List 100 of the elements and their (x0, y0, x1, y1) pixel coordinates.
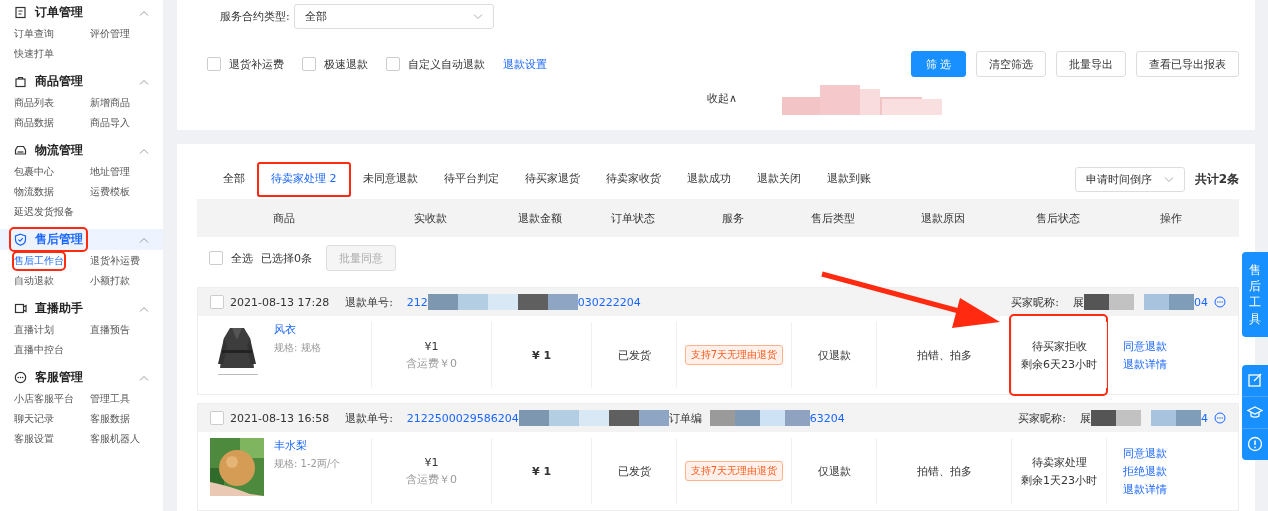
sidebar-item[interactable]: 新增商品 (90, 95, 130, 111)
tab[interactable]: 退款成功 (676, 163, 741, 196)
checkbox[interactable] (302, 57, 316, 71)
refund-number-label: 退款单号: (345, 294, 393, 310)
checkbox[interactable] (386, 57, 400, 71)
tab[interactable]: 退款关闭 (746, 163, 811, 196)
caret-up-icon (139, 78, 149, 85)
buyer-id-link[interactable]: 04 (1194, 295, 1208, 309)
sidebar-item[interactable]: 客服设置 (14, 431, 54, 447)
checkbox[interactable] (210, 295, 224, 309)
shield-icon (14, 233, 27, 246)
sidebar-item[interactable]: 直播计划 (14, 322, 54, 338)
sidebar-section[interactable]: 客服管理 (0, 367, 163, 388)
sidebar-item[interactable]: 包裹中心 (14, 164, 54, 180)
column-header: 退款金额 (517, 210, 563, 226)
sidebar-item[interactable]: 小额打款 (90, 273, 130, 289)
tab[interactable]: 待卖家处理 2 (257, 162, 351, 197)
after-sale-status: 剩余1天23小时 (1021, 472, 1097, 488)
sidebar-item[interactable]: 评价管理 (90, 26, 130, 42)
after-sale-status: 剩余6天23小时 (1021, 356, 1097, 372)
sidebar-section[interactable]: 物流管理 (0, 140, 163, 161)
sidebar-item[interactable]: 物流数据 (14, 184, 54, 200)
checkbox[interactable] (207, 57, 221, 71)
tab[interactable]: 待卖家收货 (595, 163, 671, 196)
action-link[interactable]: 同意退款 (1123, 338, 1167, 354)
sidebar-item[interactable]: 自动退款 (14, 273, 54, 289)
order-number-link[interactable]: 63204 (809, 411, 845, 425)
tab[interactable]: 待买家退货 (514, 163, 590, 196)
order-status: 已发货 (617, 347, 651, 363)
tab[interactable]: 退款到账 (816, 163, 881, 196)
action-link[interactable]: 退款详情 (1123, 481, 1167, 497)
sidebar-item[interactable]: 售后工作台 (14, 253, 64, 269)
sidebar-section[interactable]: 商品管理 (0, 71, 163, 92)
sidebar-item[interactable]: 客服机器人 (90, 431, 140, 447)
product-spec: 规格: 规格 (274, 341, 321, 355)
tab[interactable]: 未同意退款 (352, 163, 428, 196)
selected-count: 已选择0条 (261, 250, 312, 266)
filter-button[interactable]: 查看已导出报表 (1136, 51, 1239, 77)
service-tag: 支持7天无理由退货 (684, 461, 784, 481)
service-type-select[interactable]: 全部 (293, 4, 494, 29)
sidebar-item[interactable]: 直播预告 (90, 322, 130, 338)
filter-button[interactable]: 清空筛选 (976, 51, 1046, 77)
paid-amount: ¥1 (424, 455, 439, 469)
chat-icon (14, 371, 27, 384)
refund-settings-link[interactable]: 退款设置 (503, 56, 547, 72)
sidebar-section[interactable]: 直播助手 (0, 298, 163, 319)
graduation-cap-icon[interactable] (1247, 404, 1263, 421)
sidebar-item[interactable]: 直播中控台 (14, 342, 64, 358)
after-sale-type: 仅退款 (817, 463, 851, 479)
sidebar-item[interactable]: 订单查询 (14, 26, 54, 42)
sidebar-item[interactable]: 商品列表 (14, 95, 54, 111)
filter-button[interactable]: 批量导出 (1056, 51, 1126, 77)
product-name-link[interactable]: 风衣 (274, 322, 296, 337)
action-link[interactable]: 拒绝退款 (1123, 463, 1167, 479)
after-sale-status: 待买家拒收 (1031, 338, 1087, 354)
action-link[interactable]: 退款详情 (1123, 356, 1167, 372)
tab[interactable]: 待平台判定 (433, 163, 509, 196)
sidebar-item[interactable]: 延迟发货报备 (14, 204, 74, 220)
product-name-link[interactable]: 丰水梨 (274, 438, 307, 453)
document-icon (14, 6, 27, 19)
caret-up-icon (139, 374, 149, 381)
refund-number-link[interactable]: 212 (406, 295, 428, 309)
buyer-id-link[interactable]: 4 (1201, 411, 1208, 425)
sidebar-item[interactable]: 地址管理 (90, 164, 130, 180)
action-link[interactable]: 同意退款 (1123, 445, 1167, 461)
refund-amount: ¥ 1 (531, 464, 552, 478)
caret-up-icon (139, 9, 149, 16)
checkbox-label: 自定义自动退款 (408, 56, 485, 72)
edit-icon[interactable] (1247, 372, 1263, 389)
sidebar-item[interactable]: 管理工具 (90, 391, 130, 407)
sidebar-item[interactable]: 运费模板 (90, 184, 130, 200)
sidebar-item[interactable]: 快速打单 (14, 46, 54, 62)
collapse-link[interactable]: 收起∧ (706, 91, 738, 106)
order-time: 2021-08-13 16:58 (230, 411, 330, 425)
checkbox[interactable] (210, 411, 224, 425)
chevron-down-icon (472, 13, 483, 20)
sidebar-item[interactable]: 商品导入 (90, 115, 130, 131)
tab[interactable]: 全部 (213, 163, 255, 196)
sidebar-item[interactable]: 聊天记录 (14, 411, 54, 427)
info-icon[interactable] (1247, 436, 1263, 453)
sidebar-item[interactable]: 小店客服平台 (14, 391, 74, 407)
column-header: 售后状态 (1034, 210, 1081, 226)
buyer-nickname-label: 买家昵称: (1018, 410, 1066, 426)
refund-amount: ¥ 1 (531, 348, 552, 362)
service-tag: 支持7天无理由退货 (684, 345, 784, 365)
refund-reason: 拍错、拍多 (916, 463, 972, 479)
sort-select[interactable]: 申请时间倒序 (1074, 167, 1185, 192)
sidebar-item[interactable]: 退货补运费 (90, 253, 140, 269)
refund-number-link[interactable]: 030222204 (577, 295, 641, 309)
sidebar-section[interactable]: 订单管理 (0, 2, 163, 23)
buyer-nickname-label: 买家昵称: (1011, 294, 1059, 310)
checkbox[interactable] (209, 251, 223, 265)
paid-amount: ¥1 (424, 339, 439, 353)
sidebar-section[interactable]: 售后管理 (0, 229, 163, 250)
refund-number-link[interactable]: 2122500029586204 (406, 411, 519, 425)
chat-icon (1214, 296, 1226, 308)
sidebar-item[interactable]: 商品数据 (14, 115, 54, 131)
sidebar-item[interactable]: 客服数据 (90, 411, 130, 427)
total-count: 共计2条 (1194, 171, 1239, 188)
after-sale-type: 仅退款 (817, 347, 851, 363)
